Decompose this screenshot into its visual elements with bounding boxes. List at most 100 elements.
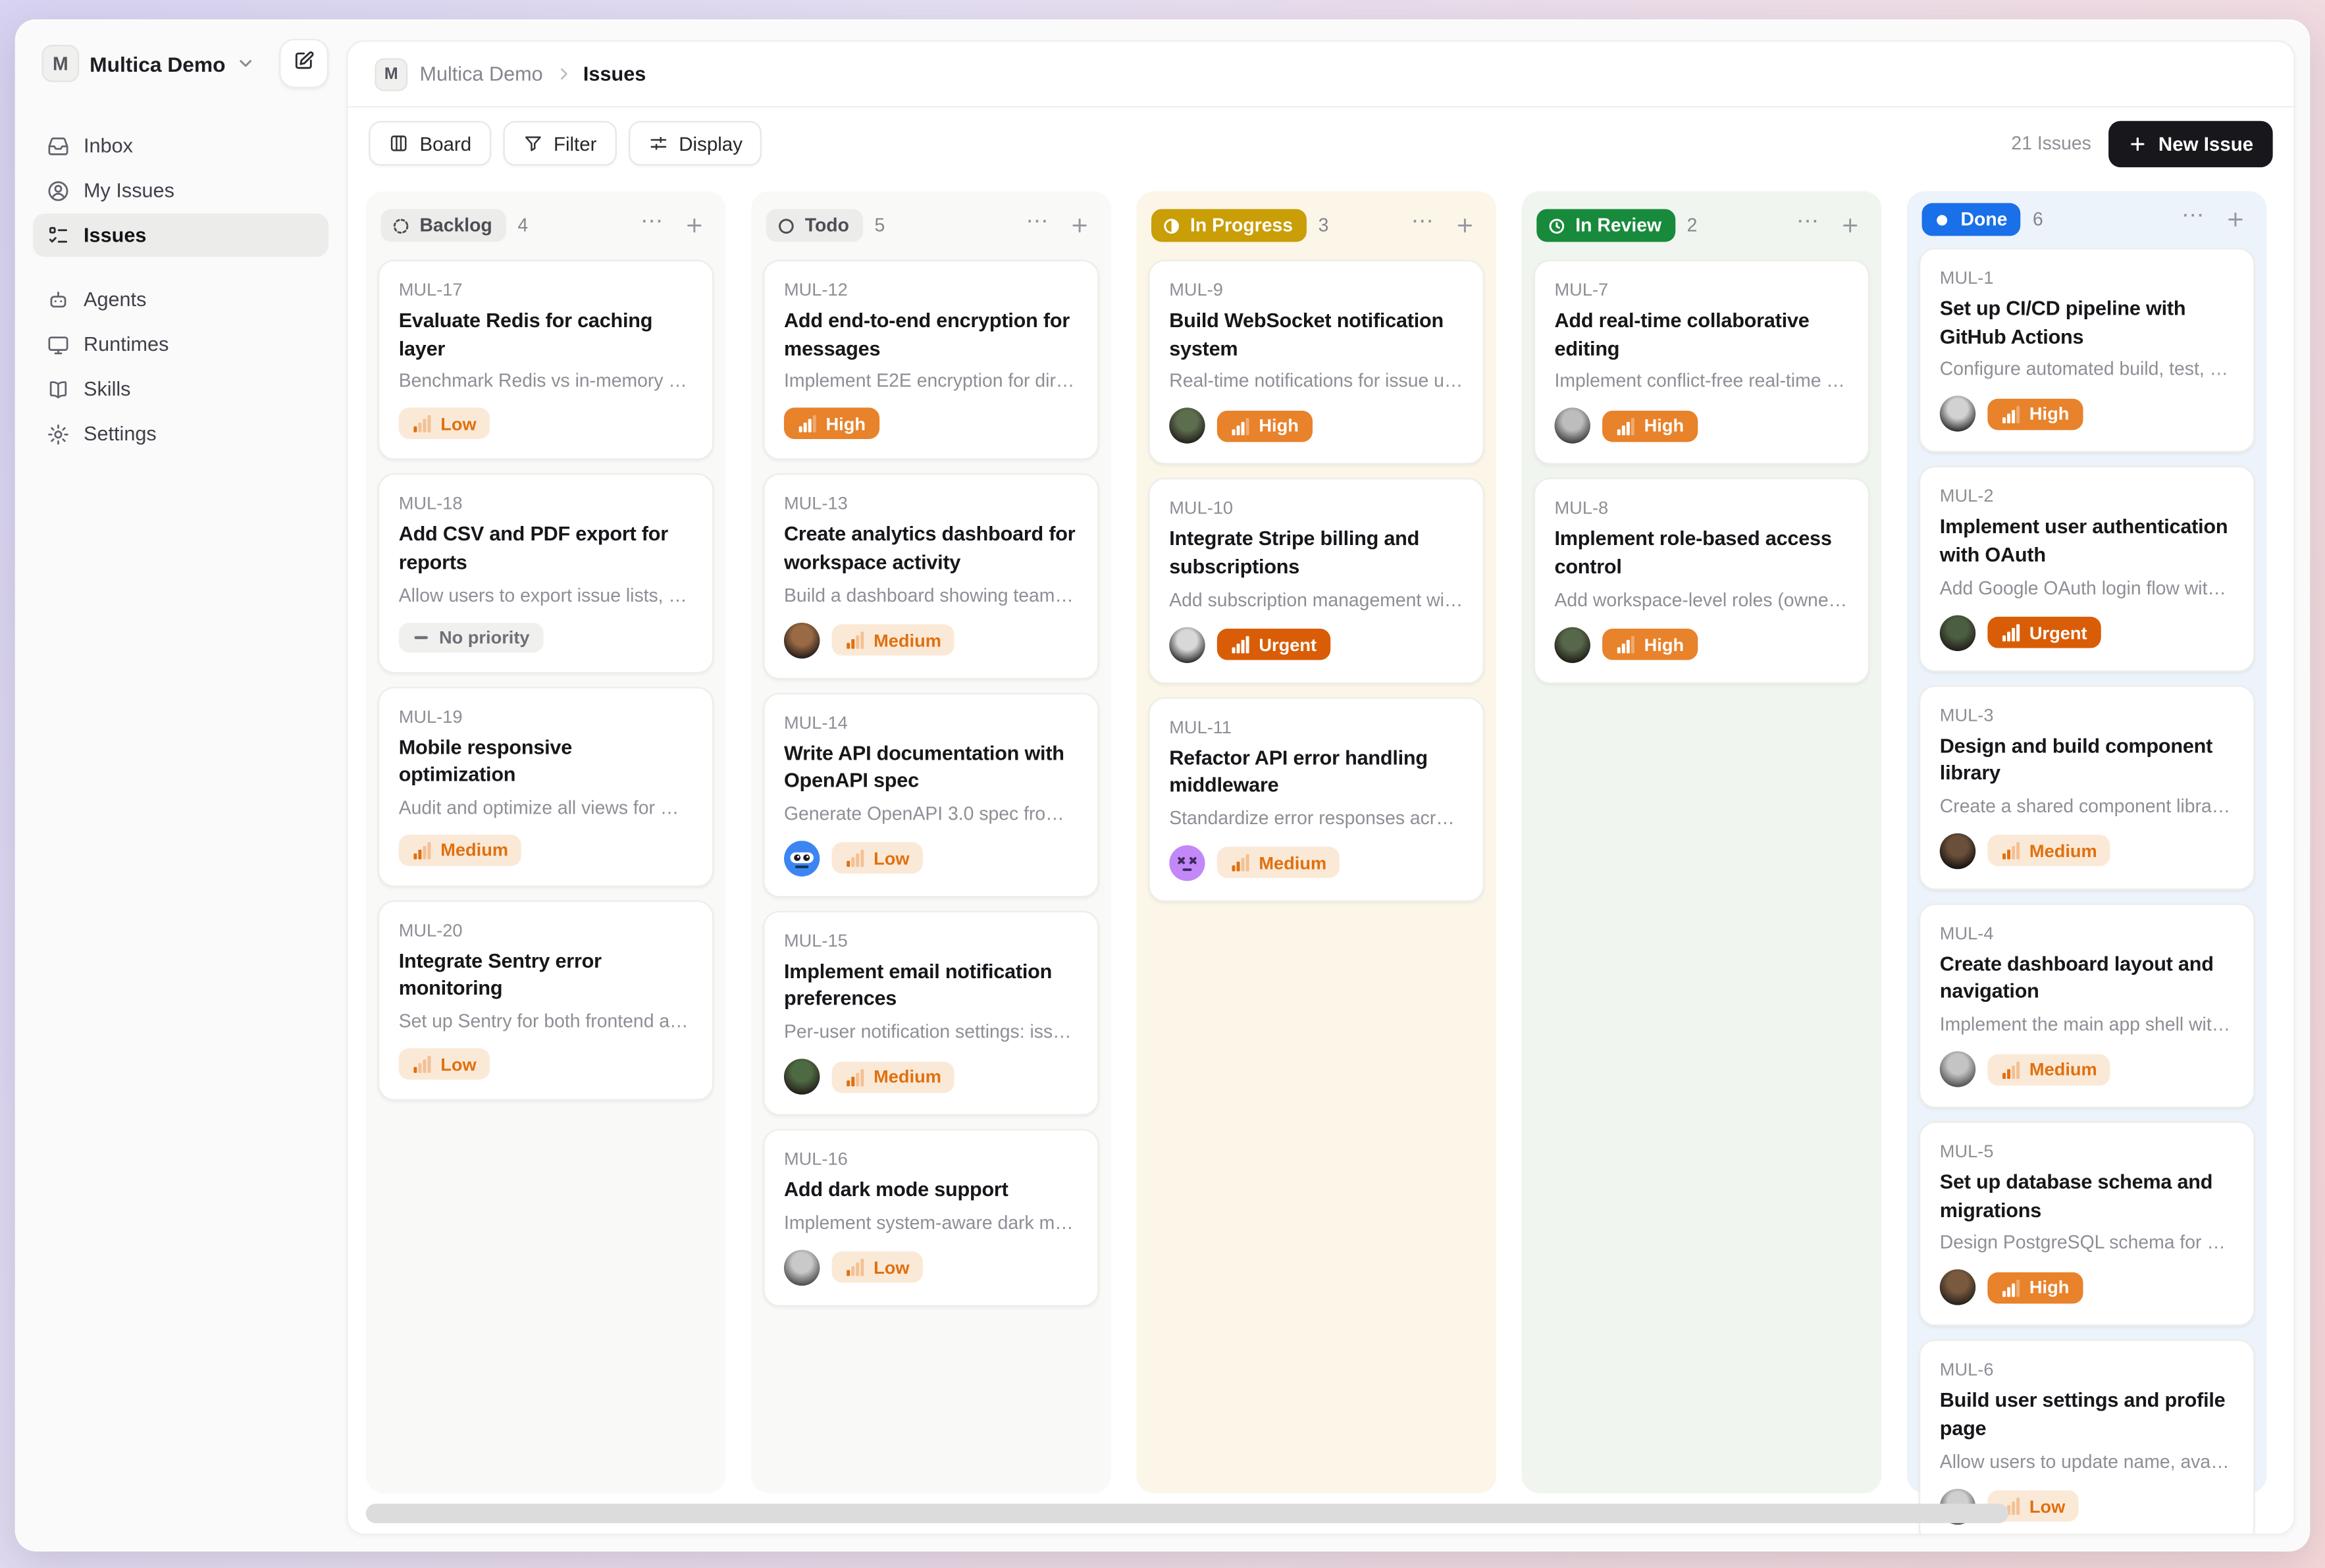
issue-id: MUL-4 <box>1940 922 2234 943</box>
column-add-issue-button[interactable] <box>678 209 711 242</box>
priority-high-icon <box>2001 1278 2020 1297</box>
priority-label: High <box>825 415 866 432</box>
priority-label: No priority <box>439 628 530 646</box>
half-circle-icon <box>1162 216 1181 235</box>
issue-card-mul-19[interactable]: MUL-19Mobile responsive optimizationAudi… <box>378 686 714 887</box>
priority-label: Medium <box>1259 854 1326 872</box>
issue-card-mul-12[interactable]: MUL-12Add end-to-end encryption for mess… <box>763 260 1099 461</box>
priority-medium-icon <box>2001 841 2020 860</box>
issue-card-mul-15[interactable]: MUL-15Implement email notification prefe… <box>763 910 1099 1115</box>
issue-card-mul-1[interactable]: MUL-1Set up CI/CD pipeline with GitHub A… <box>1919 248 2255 453</box>
column-more-button[interactable]: ⋯ <box>2177 203 2210 236</box>
sidebar-item-inbox[interactable]: Inbox <box>33 124 328 167</box>
workspace-name: Multica Demo <box>90 51 225 75</box>
issue-description: Implement E2E encryption for direct… <box>784 371 1078 392</box>
issue-card-mul-17[interactable]: MUL-17Evaluate Redis for caching layerBe… <box>378 260 714 461</box>
sidebar-item-skills[interactable]: Skills <box>33 367 328 411</box>
sidebar-item-my-issues[interactable]: My Issues <box>33 169 328 212</box>
column-add-issue-button[interactable] <box>2219 203 2252 236</box>
plus-icon <box>1840 215 1861 236</box>
sidebar-item-issues[interactable]: Issues <box>33 213 328 257</box>
issue-footer: Low <box>784 1249 1078 1285</box>
issue-card-mul-10[interactable]: MUL-10Integrate Stripe billing and subsc… <box>1148 478 1484 683</box>
issue-title: Add dark mode support <box>784 1177 1078 1205</box>
issue-card-mul-5[interactable]: MUL-5Set up database schema and migratio… <box>1919 1122 2255 1326</box>
issue-card-mul-4[interactable]: MUL-4Create dashboard layout and navigat… <box>1919 903 2255 1108</box>
issue-title: Build WebSocket notification system <box>1169 307 1463 363</box>
filter-icon <box>522 133 543 154</box>
priority-badge-medium: Medium <box>399 835 522 866</box>
board-icon <box>388 133 409 154</box>
filter-view-button[interactable]: Filter <box>503 121 616 166</box>
priority-badge-medium: Medium <box>1987 835 2110 867</box>
priority-label: Low <box>440 415 476 432</box>
main-panel: M Multica Demo Issues BoardFilterDisplay… <box>346 40 2295 1535</box>
priority-medium-icon <box>845 630 864 649</box>
column-in-review: In Review2⋯MUL-7Add real-time collaborat… <box>1522 191 1882 1493</box>
status-pill-in-review: In Review <box>1536 209 1675 242</box>
sidebar-item-settings[interactable]: Settings <box>33 412 328 456</box>
column-more-button[interactable]: ⋯ <box>636 209 669 242</box>
issue-id: MUL-7 <box>1555 279 1849 300</box>
issue-id: MUL-15 <box>784 930 1078 951</box>
breadcrumb-workspace[interactable]: Multica Demo <box>419 63 542 85</box>
avatar-person-green <box>1940 614 1975 650</box>
horizontal-scrollbar[interactable] <box>366 1503 2008 1523</box>
status-pill-in-progress: In Progress <box>1151 209 1306 242</box>
issue-card-mul-20[interactable]: MUL-20Integrate Sentry error monitoringS… <box>378 900 714 1101</box>
user-circle-icon <box>46 178 70 202</box>
column-add-issue-button[interactable] <box>1448 209 1481 242</box>
issue-card-mul-13[interactable]: MUL-13Create analytics dashboard for wor… <box>763 474 1099 679</box>
issue-description: Configure automated build, test, and… <box>1940 359 2234 380</box>
issue-description: Real-time notifications for issue update… <box>1169 371 1463 392</box>
status-label: In Review <box>1575 215 1661 236</box>
issue-card-mul-2[interactable]: MUL-2Implement user authentication with … <box>1919 466 2255 671</box>
compose-issue-button[interactable] <box>279 39 328 88</box>
new-issue-button[interactable]: New Issue <box>2109 120 2273 167</box>
issue-card-mul-11[interactable]: MUL-11Refactor API error handling middle… <box>1148 696 1484 901</box>
issue-card-mul-8[interactable]: MUL-8Implement role-based access control… <box>1534 478 1869 683</box>
priority-label: Low <box>2029 1497 2065 1515</box>
column-more-button[interactable]: ⋯ <box>1022 209 1055 242</box>
avatar-woman-green <box>784 1058 820 1094</box>
column-add-issue-button[interactable] <box>1063 209 1096 242</box>
issue-card-mul-3[interactable]: MUL-3Design and build component libraryC… <box>1919 685 2255 889</box>
issue-title: Implement user authentication with OAuth <box>1940 514 2234 570</box>
issue-card-mul-9[interactable]: MUL-9Build WebSocket notification system… <box>1148 260 1484 465</box>
priority-label: Medium <box>2029 1060 2097 1078</box>
priority-medium-icon <box>845 1067 864 1086</box>
issue-id: MUL-12 <box>784 279 1078 300</box>
sidebar-item-agents[interactable]: Agents <box>33 278 328 321</box>
issue-footer: Medium <box>399 835 693 866</box>
board-view-button[interactable]: Board <box>369 121 490 166</box>
kanban-board: Backlog4⋯ MUL-17Evaluate Redis for cachin… <box>348 179 2294 1534</box>
priority-high-icon <box>797 414 816 433</box>
issue-card-mul-16[interactable]: MUL-16Add dark mode supportImplement sys… <box>763 1129 1099 1306</box>
priority-badge-medium: Medium <box>832 1061 955 1093</box>
priority-high-icon <box>1616 416 1635 435</box>
issue-card-mul-18[interactable]: MUL-18Add CSV and PDF export for reports… <box>378 474 714 673</box>
display-view-button[interactable]: Display <box>628 121 762 166</box>
priority-none-icon <box>412 628 430 646</box>
issue-id: MUL-13 <box>784 493 1078 514</box>
issue-id: MUL-11 <box>1169 716 1463 737</box>
workspace-switcher[interactable]: M Multica Demo <box>33 39 271 88</box>
issue-footer: Medium <box>1940 1051 2234 1087</box>
column-cards: MUL-7Add real-time collaborative editing… <box>1534 260 1869 683</box>
issue-footer: High <box>1940 396 2234 432</box>
ellipsis-icon: ⋯ <box>1026 210 1049 232</box>
column-more-button[interactable]: ⋯ <box>1407 209 1440 242</box>
column-add-issue-button[interactable] <box>1834 209 1867 242</box>
issue-description: Add subscription management with… <box>1169 589 1463 610</box>
chevron-down-icon <box>236 54 255 73</box>
column-header-backlog: Backlog4⋯ <box>378 203 714 248</box>
circle-icon <box>777 216 796 235</box>
issue-card-mul-7[interactable]: MUL-7Add real-time collaborative editing… <box>1534 260 1869 465</box>
column-more-button[interactable]: ⋯ <box>1792 209 1825 242</box>
issue-id: MUL-16 <box>784 1148 1078 1169</box>
sidebar-item-runtimes[interactable]: Runtimes <box>33 323 328 366</box>
issue-card-mul-14[interactable]: MUL-14Write API documentation with OpenA… <box>763 692 1099 897</box>
status-pill-done: Done <box>1922 203 2021 236</box>
sidebar-section: AgentsRuntimesSkillsSettings <box>33 278 328 456</box>
issue-description: Allow users to export issue lists, activ… <box>399 585 693 606</box>
